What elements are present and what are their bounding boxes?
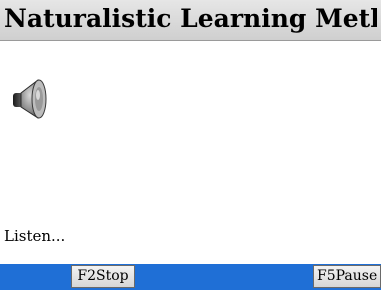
status-text: Listen... <box>4 227 66 245</box>
title-bar: Naturalistic Learning Meth... <box>0 0 381 41</box>
softkey-bar: F2Stop F5Pause <box>0 264 381 290</box>
lesson-screen: Naturalistic Learning Meth... Listen... … <box>0 0 381 290</box>
pause-softkey[interactable]: F5Pause <box>313 265 381 288</box>
speaker-icon[interactable] <box>10 75 50 123</box>
page-title: Naturalistic Learning Meth... <box>4 4 377 33</box>
stop-softkey[interactable]: F2Stop <box>71 265 135 288</box>
